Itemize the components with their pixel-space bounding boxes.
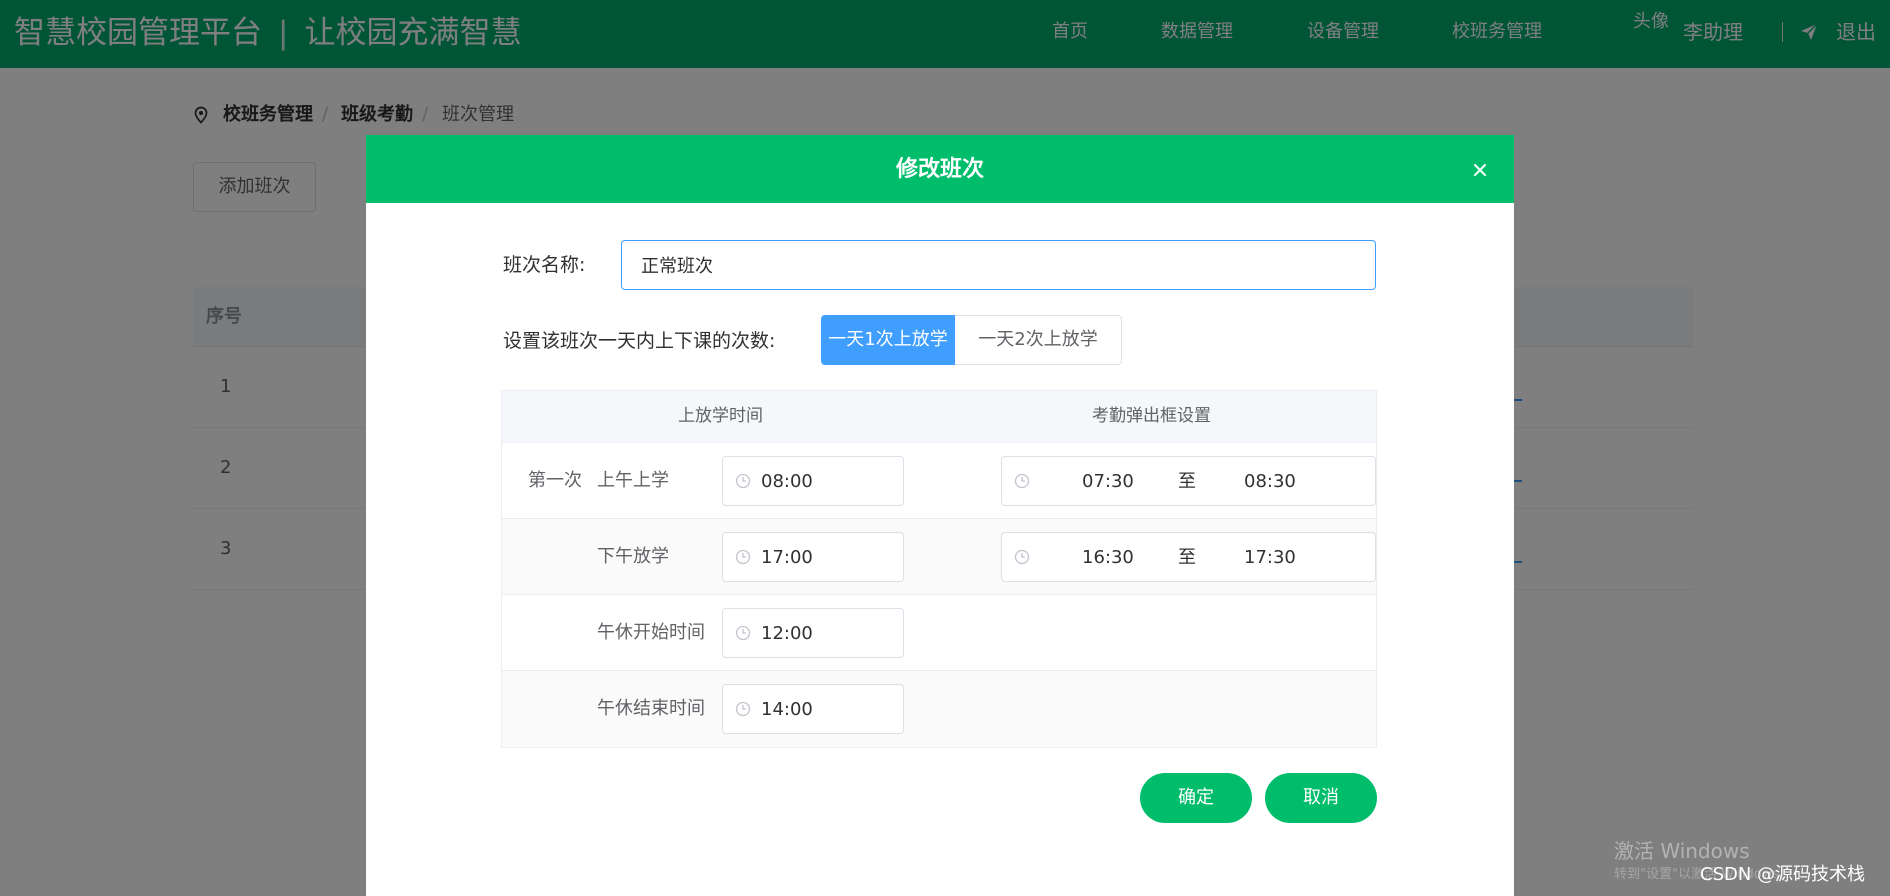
time-picker[interactable]: 17:00: [722, 532, 904, 582]
time-row-morning-school: 第一次 上午上学 08:00 07:30 至 08:30: [502, 443, 1376, 519]
clock-icon: [735, 625, 751, 641]
csdn-credit: CSDN @源码技术栈: [1700, 864, 1866, 885]
cancel-button[interactable]: 取消: [1265, 773, 1377, 823]
range-end: 17:30: [1244, 547, 1296, 568]
row-prefix: 第一次: [528, 470, 582, 491]
shift-name-label: 班次名称:: [503, 254, 586, 276]
time-picker[interactable]: 12:00: [722, 608, 904, 658]
time-row-noon-break-end: 午休结束时间 14:00: [502, 671, 1376, 747]
clock-icon: [1014, 473, 1030, 489]
time-value: 14:00: [761, 699, 813, 720]
close-icon[interactable]: [1473, 163, 1487, 177]
row-label: 上午上学: [597, 470, 669, 491]
option-once-per-day[interactable]: 一天1次上放学: [821, 315, 955, 365]
time-picker[interactable]: 14:00: [722, 684, 904, 734]
option-twice-per-day[interactable]: 一天2次上放学: [955, 315, 1122, 365]
dialog-header: 修改班次: [366, 135, 1514, 203]
time-row-noon-break-start: 午休开始时间 12:00: [502, 595, 1376, 671]
range-separator: 至: [1178, 547, 1196, 568]
range-start: 16:30: [1082, 547, 1134, 568]
time-table-header: 上放学时间 考勤弹出框设置: [502, 391, 1376, 443]
clock-icon: [735, 549, 751, 565]
row-label: 午休结束时间: [597, 698, 705, 719]
time-row-afternoon-dismissal: 下午放学 17:00 16:30 至 17:30: [502, 519, 1376, 595]
range-start: 07:30: [1082, 471, 1134, 492]
range-end: 08:30: [1244, 471, 1296, 492]
time-picker[interactable]: 08:00: [722, 456, 904, 506]
column-header-schedule-time: 上放学时间: [678, 406, 763, 426]
row-label: 下午放学: [597, 546, 669, 567]
shift-name-input[interactable]: [621, 240, 1376, 290]
time-value: 12:00: [761, 623, 813, 644]
time-range-picker[interactable]: 16:30 至 17:30: [1001, 532, 1376, 582]
row-label: 午休开始时间: [597, 622, 705, 643]
clock-icon: [735, 473, 751, 489]
time-value: 08:00: [761, 471, 813, 492]
confirm-button[interactable]: 确定: [1140, 773, 1252, 823]
time-settings-table: 上放学时间 考勤弹出框设置 第一次 上午上学 08:00 07:30 至 08:…: [501, 390, 1377, 748]
windows-activation-title: 激活 Windows: [1614, 839, 1750, 863]
time-range-picker[interactable]: 07:30 至 08:30: [1001, 456, 1376, 506]
time-value: 17:00: [761, 547, 813, 568]
dialog-title: 修改班次: [895, 157, 984, 182]
column-header-attendance-popup: 考勤弹出框设置: [1092, 406, 1211, 426]
edit-shift-dialog: 修改班次 班次名称: 设置该班次一天内上下课的次数: 一天1次上放学 一天2次上…: [366, 135, 1514, 896]
clock-icon: [735, 701, 751, 717]
range-separator: 至: [1178, 471, 1196, 492]
clock-icon: [1014, 549, 1030, 565]
count-label: 设置该班次一天内上下课的次数:: [503, 330, 776, 352]
